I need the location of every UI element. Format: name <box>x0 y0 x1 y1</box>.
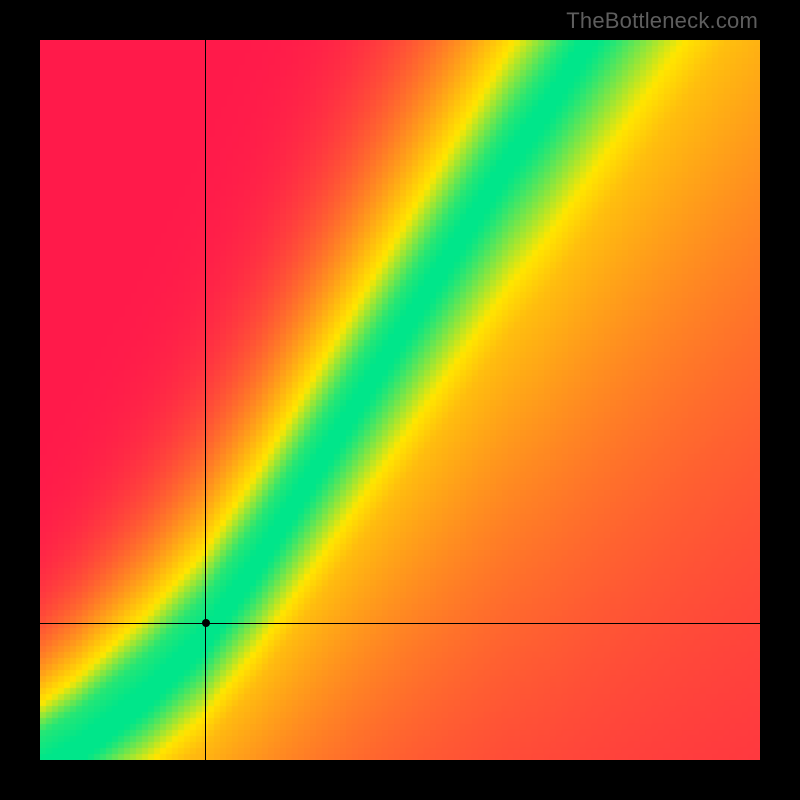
watermark-text: TheBottleneck.com <box>566 8 758 34</box>
plot-area <box>40 40 760 760</box>
heatmap-canvas <box>40 40 760 760</box>
chart-frame: TheBottleneck.com <box>0 0 800 800</box>
